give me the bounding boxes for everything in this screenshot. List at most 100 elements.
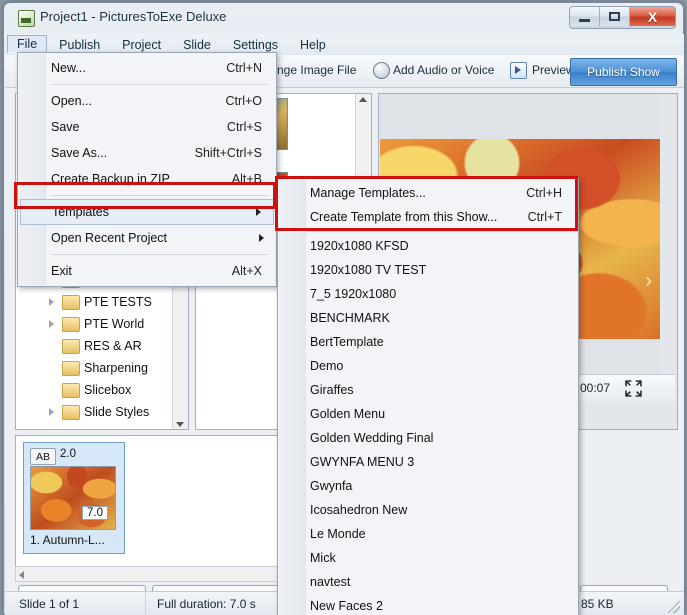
menu-item-shortcut: Ctrl+H <box>526 186 562 200</box>
tree-item-label: PTE World <box>84 317 145 331</box>
add-image-file-button[interactable]: nge Image File <box>277 63 356 77</box>
menu-item-shortcut: Shift+Ctrl+S <box>194 146 262 160</box>
maximize-button[interactable] <box>600 7 630 26</box>
submenu-arrow-icon <box>259 234 264 242</box>
expand-triangle-icon[interactable] <box>49 408 54 416</box>
folder-icon <box>62 382 80 398</box>
menu-item-label: New... <box>51 61 86 75</box>
chevron-up-icon[interactable] <box>359 97 367 102</box>
menubar-item-project[interactable]: Project <box>112 36 171 54</box>
menu-item-shortcut: Ctrl+T <box>527 210 562 224</box>
folder-icon <box>62 404 80 420</box>
template-label: Demo <box>310 359 344 373</box>
menu-item-open[interactable]: Open... Ctrl+O <box>18 88 276 114</box>
template-label: Mick <box>310 551 336 565</box>
close-button[interactable]: X <box>630 7 675 26</box>
fullscreen-icon[interactable] <box>625 380 642 397</box>
close-icon: X <box>647 8 658 25</box>
menu-item-label: Open Recent Project <box>51 231 168 245</box>
template-item[interactable]: New Faces 2 <box>278 594 578 615</box>
menu-item-label: Templates <box>52 205 109 219</box>
slide-name-label: 1. Autumn-L... <box>30 533 105 547</box>
menu-item-manage-templates[interactable]: Manage Templates... Ctrl+H <box>278 181 578 205</box>
tree-item-label: Slicebox <box>84 383 132 397</box>
menu-item-shortcut: Alt+X <box>231 264 262 278</box>
tree-item-res-ar[interactable]: RES & AR <box>16 335 188 357</box>
template-item[interactable]: Demo <box>278 354 578 378</box>
menu-item-templates[interactable]: Templates <box>20 199 274 225</box>
template-item[interactable]: BENCHMARK <box>278 306 578 330</box>
chevron-down-icon[interactable] <box>176 422 184 427</box>
preview-button[interactable]: Preview <box>532 63 575 77</box>
tree-item-pte-world[interactable]: PTE World <box>16 313 188 335</box>
tree-item-pte-tests[interactable]: PTE TESTS <box>16 291 188 313</box>
expand-triangle-icon[interactable] <box>49 320 54 328</box>
template-item[interactable]: 1920x1080 TV TEST <box>278 258 578 282</box>
template-item[interactable]: 1920x1080 KFSD <box>278 234 578 258</box>
template-item[interactable]: 7_5 1920x1080 <box>278 282 578 306</box>
title-bar[interactable]: Project1 - PicturesToExe Deluxe X <box>4 3 683 34</box>
menu-item-create-template-from-show[interactable]: Create Template from this Show... Ctrl+T <box>278 205 578 229</box>
folder-icon <box>62 338 80 354</box>
template-item[interactable]: Le Monde <box>278 522 578 546</box>
tree-item-label: Sharpening <box>84 361 148 375</box>
resize-grip-icon[interactable] <box>668 601 680 613</box>
tree-item-label: PTE TESTS <box>84 295 152 309</box>
menu-item-label: Save <box>51 120 80 134</box>
menu-item-exit[interactable]: Exit Alt+X <box>18 258 276 284</box>
menubar-item-slide[interactable]: Slide <box>173 36 221 54</box>
ab-transition-badge[interactable]: AB <box>30 448 56 465</box>
menu-separator <box>51 84 268 85</box>
expand-triangle-icon[interactable] <box>49 298 54 306</box>
menubar-item-settings[interactable]: Settings <box>223 36 288 54</box>
minimize-icon <box>579 18 590 22</box>
template-item[interactable]: Giraffes <box>278 378 578 402</box>
template-item[interactable]: BertTemplate <box>278 330 578 354</box>
audio-icon <box>373 62 390 79</box>
template-item[interactable]: GWYNFA MENU 3 <box>278 450 578 474</box>
template-item[interactable]: Golden Wedding Final <box>278 426 578 450</box>
tree-item-sharpening[interactable]: Sharpening <box>16 357 188 379</box>
template-item[interactable]: Mick <box>278 546 578 570</box>
folder-icon <box>62 316 80 332</box>
transition-duration-label: 2.0 <box>60 448 76 460</box>
tree-item-label: RES & AR <box>84 339 142 353</box>
tree-item-slicebox[interactable]: Slicebox <box>16 379 188 401</box>
slide-image <box>30 466 116 530</box>
menu-item-open-recent-project[interactable]: Open Recent Project <box>18 225 276 251</box>
menu-item-shortcut: Ctrl+S <box>226 120 262 134</box>
menu-item-shortcut: Ctrl+O <box>225 94 262 108</box>
template-item[interactable]: Gwynfa <box>278 474 578 498</box>
slide-thumbnail-card[interactable]: AB 2.0 7.0 1. Autumn-L... <box>23 442 125 554</box>
window-controls: X <box>569 6 676 29</box>
preview-play-icon <box>510 62 527 79</box>
slide-duration-label[interactable]: 7.0 <box>82 506 108 520</box>
menu-item-create-backup-zip[interactable]: Create Backup in ZIP Alt+B <box>18 166 276 192</box>
template-label: New Faces 2 <box>310 599 383 613</box>
template-label: Giraffes <box>310 383 354 397</box>
menubar-item-file[interactable]: File <box>7 35 48 53</box>
template-item[interactable]: Icosahedron New <box>278 498 578 522</box>
menu-item-save[interactable]: Save Ctrl+S <box>18 114 276 140</box>
template-label: Golden Menu <box>310 407 386 421</box>
next-slide-arrow-icon[interactable]: › <box>645 270 652 293</box>
template-label: BENCHMARK <box>310 311 390 325</box>
maximize-icon <box>609 12 620 21</box>
file-dropdown-menu: New... Ctrl+N Open... Ctrl+O Save Ctrl+S… <box>17 52 277 287</box>
template-item[interactable]: navtest <box>278 570 578 594</box>
folder-icon <box>62 294 80 310</box>
tree-item-slide-styles[interactable]: Slide Styles <box>16 401 188 423</box>
template-label: Icosahedron New <box>310 503 408 517</box>
minimize-button[interactable] <box>570 7 600 26</box>
menu-item-new[interactable]: New... Ctrl+N <box>18 55 276 81</box>
publish-show-button[interactable]: Publish Show <box>570 58 677 86</box>
template-label: GWYNFA MENU 3 <box>310 455 415 469</box>
menu-item-save-as[interactable]: Save As... Shift+Ctrl+S <box>18 140 276 166</box>
menubar-item-publish[interactable]: Publish <box>49 36 110 54</box>
menu-separator <box>51 254 268 255</box>
template-label: Le Monde <box>310 527 366 541</box>
menu-item-label: Save As... <box>51 146 108 160</box>
add-audio-button[interactable]: Add Audio or Voice <box>393 63 494 77</box>
menubar-item-help[interactable]: Help <box>290 36 336 54</box>
template-item[interactable]: Golden Menu <box>278 402 578 426</box>
